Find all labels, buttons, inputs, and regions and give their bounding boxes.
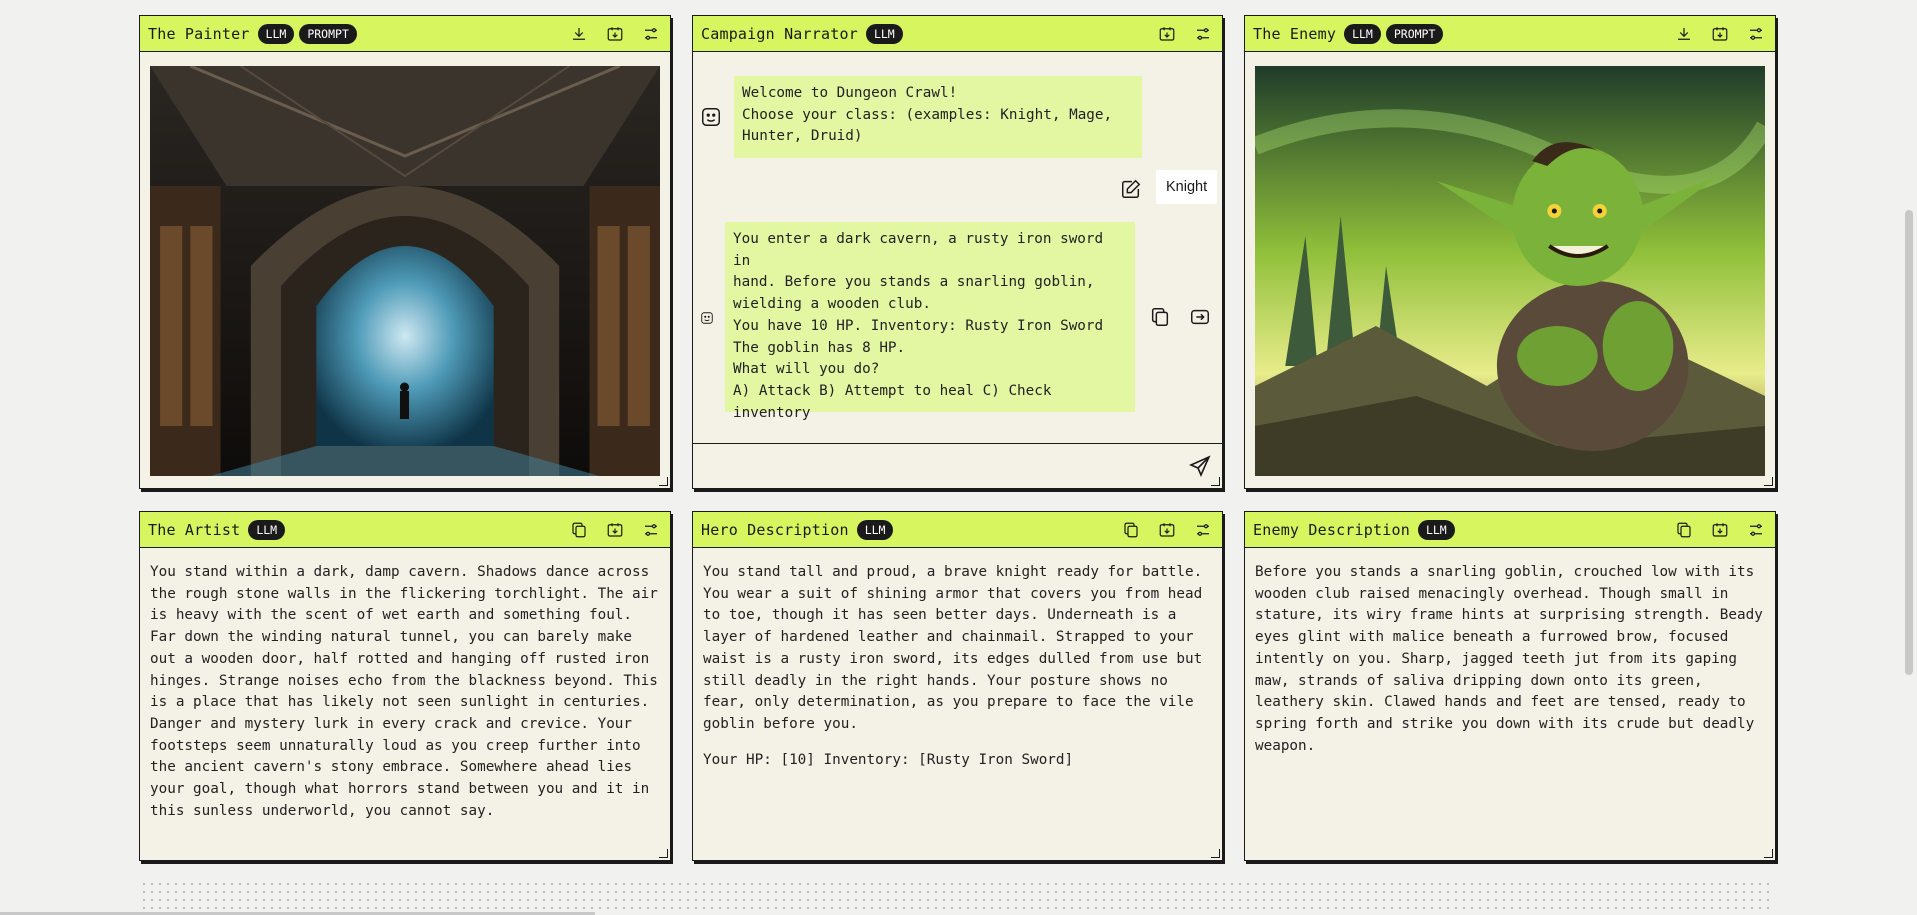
settings-sliders-icon[interactable] bbox=[1745, 23, 1767, 45]
painter-panel: The Painter LLM PROMPT bbox=[139, 15, 671, 489]
chat-messages[interactable]: Welcome to Dungeon Crawl! Choose your cl… bbox=[693, 52, 1222, 444]
narrator-panel: Campaign Narrator LLM Welcome to Dungeon… bbox=[692, 15, 1223, 489]
llm-badge: LLM bbox=[1344, 23, 1381, 44]
hero-panel: Hero Description LLM You stand tall and … bbox=[692, 511, 1223, 861]
panel-title: The Artist bbox=[148, 520, 241, 539]
painter-image bbox=[150, 66, 660, 476]
bot-avatar-icon bbox=[700, 106, 722, 128]
resize-handle[interactable] bbox=[1211, 477, 1220, 486]
output-icon[interactable] bbox=[604, 519, 626, 541]
output-icon[interactable] bbox=[1709, 519, 1731, 541]
download-icon[interactable] bbox=[568, 23, 590, 45]
painter-header: The Painter LLM PROMPT bbox=[140, 16, 670, 52]
settings-sliders-icon[interactable] bbox=[1192, 519, 1214, 541]
send-icon[interactable] bbox=[1188, 454, 1212, 478]
llm-badge: LLM bbox=[856, 519, 894, 540]
settings-sliders-icon[interactable] bbox=[640, 23, 662, 45]
llm-badge: LLM bbox=[865, 23, 903, 44]
panel-title: The Enemy bbox=[1253, 24, 1337, 43]
vertical-scrollbar[interactable] bbox=[1900, 0, 1917, 915]
enemy-desc-panel: Enemy Description LLM Before you stands … bbox=[1244, 511, 1776, 861]
enemy-desc-header: Enemy Description LLM bbox=[1245, 512, 1775, 548]
output-icon[interactable] bbox=[1709, 23, 1731, 45]
hero-text-body: You stand tall and proud, a brave knight… bbox=[693, 548, 1222, 799]
panel-title: Hero Description bbox=[701, 520, 849, 539]
enemy-panel: The Enemy LLM PROMPT bbox=[1244, 15, 1776, 489]
enemy-header: The Enemy LLM PROMPT bbox=[1245, 16, 1775, 52]
enemy-image bbox=[1255, 66, 1765, 476]
panel-title: The Painter bbox=[148, 24, 250, 43]
hero-stats: Your HP: [10] Inventory: [Rusty Iron Swo… bbox=[703, 751, 1074, 768]
output-icon[interactable] bbox=[1156, 519, 1178, 541]
dotted-canvas-background bbox=[140, 880, 1775, 910]
resize-handle[interactable] bbox=[659, 477, 668, 486]
chat-input-bar bbox=[693, 443, 1222, 488]
resize-handle[interactable] bbox=[659, 849, 668, 858]
chat-input[interactable] bbox=[701, 450, 1176, 482]
llm-badge: LLM bbox=[1417, 519, 1455, 540]
copy-icon[interactable] bbox=[1149, 306, 1171, 328]
edit-icon[interactable] bbox=[1120, 178, 1142, 200]
hero-header: Hero Description LLM bbox=[693, 512, 1222, 548]
artist-panel: The Artist LLM You stand within a dark, … bbox=[139, 511, 671, 861]
output-icon[interactable] bbox=[604, 23, 626, 45]
copy-icon[interactable] bbox=[1673, 519, 1695, 541]
settings-sliders-icon[interactable] bbox=[640, 519, 662, 541]
settings-sliders-icon[interactable] bbox=[1192, 23, 1214, 45]
user-message: Knight bbox=[1156, 170, 1218, 204]
panel-title: Enemy Description bbox=[1253, 520, 1410, 539]
bot-message: Welcome to Dungeon Crawl! Choose your cl… bbox=[734, 76, 1142, 158]
settings-sliders-icon[interactable] bbox=[1745, 519, 1767, 541]
bot-avatar-icon bbox=[700, 310, 714, 324]
prompt-badge: PROMPT bbox=[1385, 23, 1444, 44]
resize-handle[interactable] bbox=[1764, 477, 1773, 486]
output-icon[interactable] bbox=[1156, 23, 1178, 45]
llm-badge: LLM bbox=[257, 23, 295, 44]
retry-icon[interactable] bbox=[1189, 306, 1211, 328]
enemy-desc-text-body: Before you stands a snarling goblin, cro… bbox=[1245, 548, 1775, 785]
copy-icon[interactable] bbox=[1120, 519, 1142, 541]
bot-message: You enter a dark cavern, a rusty iron sw… bbox=[725, 222, 1135, 421]
artist-text-body: You stand within a dark, damp cavern. Sh… bbox=[140, 548, 670, 850]
hero-text: You stand tall and proud, a brave knight… bbox=[703, 564, 1203, 732]
artist-header: The Artist LLM bbox=[140, 512, 670, 548]
download-icon[interactable] bbox=[1673, 23, 1695, 45]
prompt-badge: PROMPT bbox=[299, 23, 357, 44]
scrollbar-thumb[interactable] bbox=[1905, 210, 1913, 675]
llm-badge: LLM bbox=[248, 519, 286, 540]
resize-handle[interactable] bbox=[1764, 849, 1773, 858]
copy-icon[interactable] bbox=[568, 519, 590, 541]
resize-handle[interactable] bbox=[1211, 849, 1220, 858]
enemy-desc-text: Before you stands a snarling goblin, cro… bbox=[1255, 564, 1763, 754]
artist-text: You stand within a dark, damp cavern. Sh… bbox=[150, 564, 658, 819]
narrator-header: Campaign Narrator LLM bbox=[693, 16, 1222, 52]
panel-title: Campaign Narrator bbox=[701, 24, 858, 43]
